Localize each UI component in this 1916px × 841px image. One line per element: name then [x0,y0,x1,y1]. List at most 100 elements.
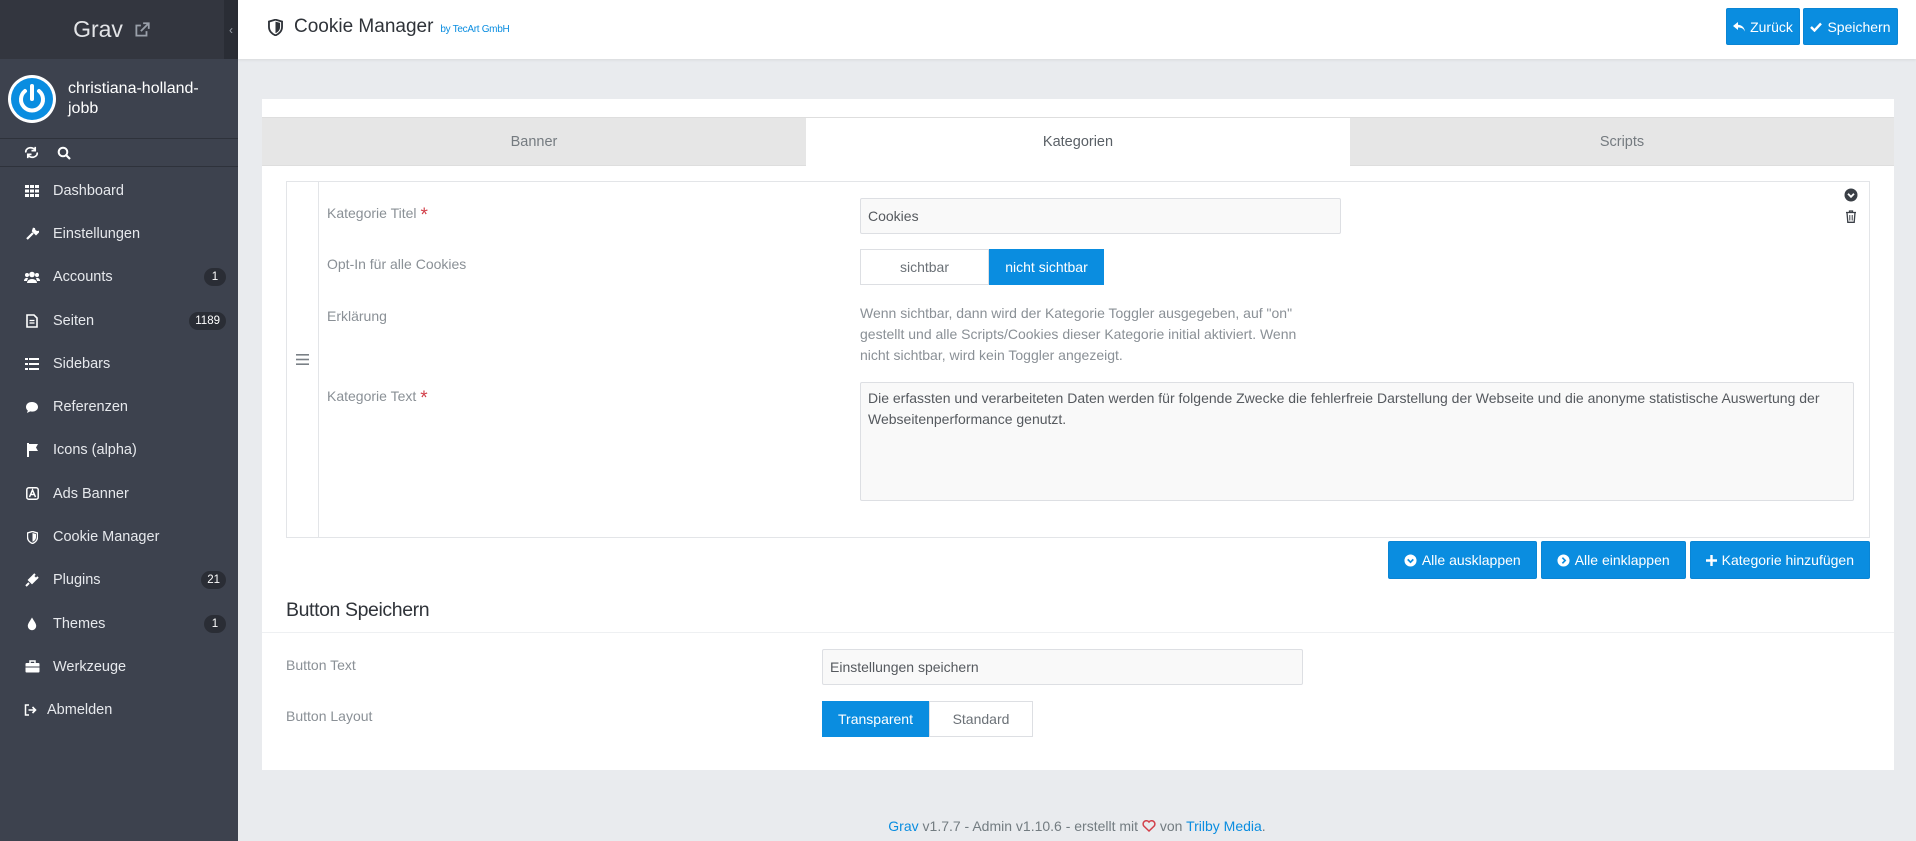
file-icon [24,313,40,329]
plug-icon [24,572,40,588]
sidebar-item-dashboard[interactable]: Dashboard [0,169,238,212]
refresh-icon[interactable] [24,146,39,159]
trilby-link[interactable]: Trilby Media [1186,818,1262,834]
sidebar-item-label: Einstellungen [53,225,141,242]
sidebar-item-abmelden[interactable]: Abmelden [0,689,238,732]
heart-icon [1142,819,1156,833]
tab-banner[interactable]: Banner [262,117,806,166]
count-badge: 1189 [189,311,226,330]
count-badge: 21 [201,571,226,590]
collection-actions: Alle ausklappen Alle einklappen Kategori… [1387,541,1870,579]
button-layout-toggle: Transparent Standard [822,701,1033,737]
category-text-label: Kategorie Text * [327,385,428,409]
page-title-text: Cookie Manager [294,16,434,37]
layout-option-standard[interactable]: Standard [929,701,1033,737]
sidebar-nav: Dashboard Einstellungen Accounts 1 Seite… [0,167,238,732]
sidebar-item-referenzen[interactable]: Referenzen [0,385,238,428]
sidebar-header: Grav ‹ [0,0,238,59]
save-button-label: Speichern [1827,18,1891,35]
sidebar-item-label: Referenzen [53,399,128,416]
footer-version-text: v1.7.7 - Admin v1.10.6 - erstellt mit [918,818,1142,834]
explain-help-text: Wenn sichtbar, dann wird der Kategorie T… [860,305,1297,363]
sidebar-item-einstellungen[interactable]: Einstellungen [0,212,238,255]
flag-icon [24,442,40,458]
trash-icon [1846,209,1856,223]
plus-icon [1705,554,1717,566]
sidebar-item-sidebars[interactable]: Sidebars [0,342,238,385]
sidebar-item-ads-banner[interactable]: Ads Banner [0,472,238,515]
category-title-label: Kategorie Titel * [327,202,428,226]
drag-handle[interactable] [287,182,319,537]
sidebar-item-icons[interactable]: Icons (alpha) [0,429,238,472]
sidebar-item-accounts[interactable]: Accounts 1 [0,256,238,299]
briefcase-icon [24,659,40,675]
brand-name: Grav [73,16,123,42]
layout-option-transparent[interactable]: Transparent [822,701,929,737]
optin-toggle: sichtbar nicht sichtbar [860,249,1104,285]
optin-label: Opt-In für alle Cookies [327,256,467,272]
expand-all-button[interactable]: Alle ausklappen [1387,541,1537,579]
optin-option-visible[interactable]: sichtbar [860,249,989,285]
save-button[interactable]: Speichern [1803,8,1898,45]
add-category-label: Kategorie hinzufügen [1721,552,1854,568]
shield-icon [24,529,40,545]
sidebar-item-label: Seiten [53,312,95,329]
grid-icon [24,183,40,199]
optin-option-hidden[interactable]: nicht sichtbar [989,249,1104,285]
section-divider [262,632,1894,633]
sidebar-collapse-button[interactable]: ‹ [224,0,238,59]
explain-label: Erklärung [327,308,387,324]
tint-icon [24,616,40,632]
button-layout-label: Button Layout [286,708,373,724]
main-card: Banner Kategorien Scripts Kategorie Tite… [262,99,1894,770]
tab-scripts[interactable]: Scripts [1350,117,1894,166]
shield-icon [268,18,283,36]
sidebar-item-label: Dashboard [53,182,124,199]
button-text-input[interactable]: Einstellungen speichern [822,649,1303,685]
required-marker: * [420,205,428,226]
collapse-all-button[interactable]: Alle einklappen [1540,541,1686,579]
sidebar: Grav ‹ christiana-holland-jobb Dashboard… [0,0,238,841]
sidebar-item-label: Abmelden [47,702,113,719]
sign-out-icon [22,702,38,718]
bars-icon [296,354,309,365]
sidebar-item-label: Cookie Manager [53,529,160,546]
collapse-all-label: Alle einklappen [1574,552,1670,568]
collapse-item-button[interactable] [1843,187,1859,203]
count-badge: 1 [204,268,226,287]
sidebar-item-themes[interactable]: Themes 1 [0,602,238,645]
sidebar-item-label: Plugins [53,572,101,589]
page-title: Cookie Manager by TecArt GmbH [268,16,510,38]
titlebar: Cookie Manager by TecArt GmbH Zurück Spe… [238,0,1916,59]
button-text-label: Button Text [286,657,356,673]
back-button[interactable]: Zurück [1726,8,1800,45]
chevron-circle-down-icon [1844,188,1858,202]
category-title-input[interactable]: Cookies [860,198,1341,234]
check-icon [1810,22,1823,32]
sidebar-item-plugins[interactable]: Plugins 21 [0,559,238,602]
search-icon[interactable] [57,146,71,160]
expand-all-label: Alle ausklappen [1421,552,1521,568]
page-byline: by TecArt GmbH [440,24,510,35]
footer-von-text: von [1155,818,1187,834]
power-icon [11,77,53,120]
category-text-textarea[interactable]: Die erfassten und verarbeiteten Daten we… [860,382,1854,501]
category-title-value: Cookies [868,208,919,224]
delete-item-button[interactable] [1843,208,1859,224]
brand-link[interactable]: Grav [0,0,224,59]
category-text-label-text: Kategorie Text [327,388,417,404]
add-category-button[interactable]: Kategorie hinzufügen [1689,541,1870,579]
sidebar-item-label: Icons (alpha) [53,442,137,459]
category-title-label-text: Kategorie Titel [327,205,417,221]
users-icon [24,269,40,285]
sidebar-item-seiten[interactable]: Seiten 1189 [0,299,238,342]
back-button-label: Zurück [1750,18,1793,35]
sidebar-item-cookie-manager[interactable]: Cookie Manager [0,515,238,558]
category-item: Kategorie Titel * Cookies Opt-In für alle… [286,181,1870,538]
tab-kategorien[interactable]: Kategorien [806,117,1350,166]
user-profile[interactable]: christiana-holland-jobb [0,59,238,139]
grav-link[interactable]: Grav [888,818,918,834]
comment-icon [24,399,40,415]
list-icon [24,356,40,372]
sidebar-item-werkzeuge[interactable]: Werkzeuge [0,645,238,688]
